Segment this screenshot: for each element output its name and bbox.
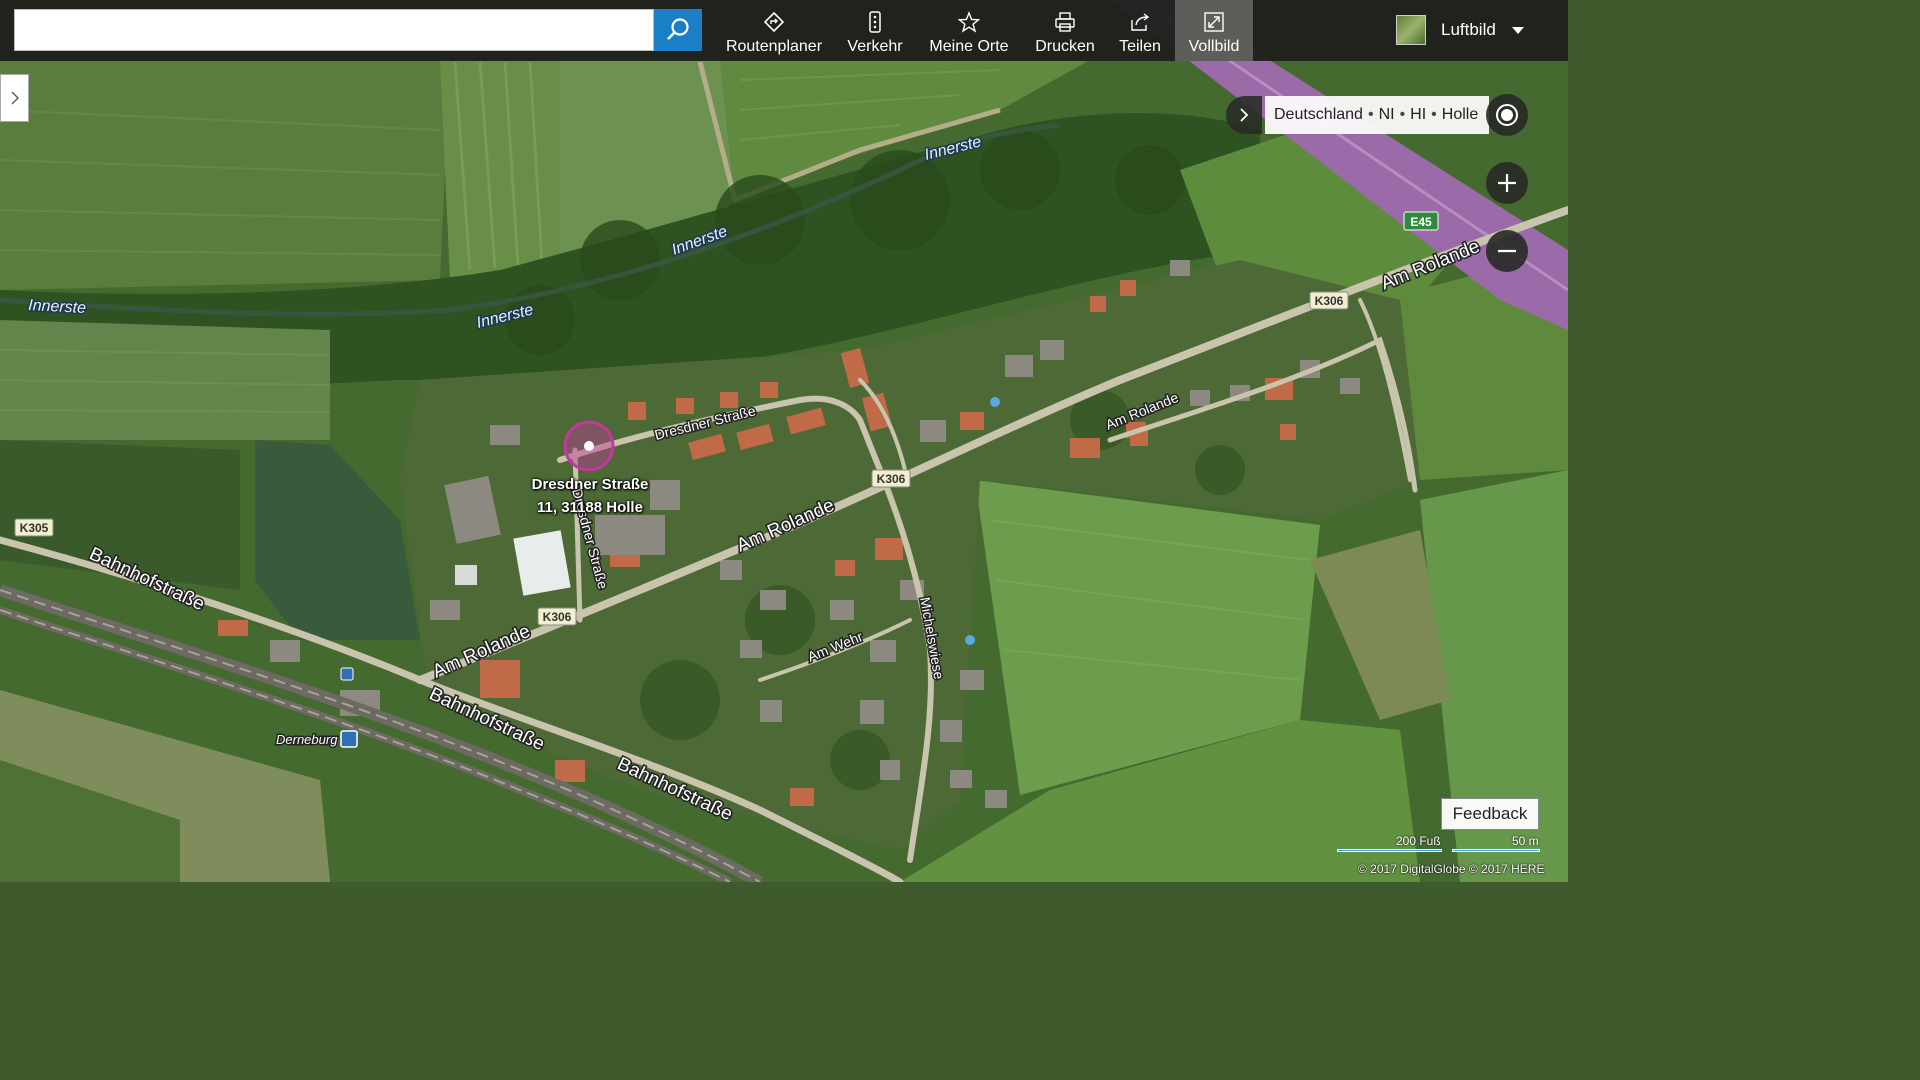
teilen-button[interactable]: Teilen — [1112, 0, 1168, 61]
place-label-derneburg: Derneburg — [276, 732, 338, 747]
map-style-label: Luftbild — [1441, 20, 1496, 39]
road-shield-k306: K306 — [877, 472, 906, 486]
tool-label: Routenplaner — [725, 38, 823, 55]
road-shield-k306: K306 — [1315, 294, 1344, 308]
map-style-selector[interactable]: Luftbild — [1396, 14, 1524, 46]
search-input[interactable] — [14, 9, 654, 51]
verkehr-button[interactable]: Verkehr — [840, 0, 910, 61]
plus-icon — [1498, 174, 1516, 192]
breadcrumb-item[interactable]: Holle — [1442, 106, 1478, 124]
breadcrumb-separator: • — [1431, 106, 1437, 123]
zoom-in-button[interactable] — [1486, 162, 1528, 204]
route-icon — [763, 11, 785, 33]
share-icon — [1131, 13, 1150, 31]
chevron-right-icon — [1240, 108, 1249, 122]
scale-imperial-label: 200 Fuß — [1396, 834, 1441, 848]
tool-label: Vollbild — [1188, 38, 1240, 55]
scale-bar-metric — [1452, 849, 1540, 852]
feedback-button[interactable]: Feedback — [1441, 798, 1539, 830]
tool-label: Teilen — [1119, 38, 1161, 55]
location-breadcrumb: Deutschland • NI • HI • Holle — [1265, 96, 1489, 134]
river-label-innerste: Innerste — [28, 297, 87, 317]
bus-stop-icon — [340, 667, 354, 681]
breadcrumb-toggle[interactable] — [1226, 96, 1262, 134]
meine-orte-button[interactable]: Meine Orte — [922, 0, 1016, 61]
search-button[interactable] — [654, 9, 702, 51]
scale-bar-imperial — [1337, 849, 1442, 852]
pin-address-label: Dresdner Straße 11, 31188 Holle — [510, 473, 670, 519]
aerial-thumbnail-icon — [1396, 15, 1426, 45]
print-icon — [1055, 12, 1075, 32]
pin-address-line1: Dresdner Straße — [531, 476, 649, 493]
drucken-button[interactable]: Drucken — [1028, 0, 1102, 61]
breadcrumb-separator: • — [1399, 106, 1406, 123]
copyright-text: © 2017 DigitalGlobe © 2017 HERE — [1358, 862, 1545, 876]
breadcrumb-separator: • — [1367, 106, 1374, 123]
pin-address-line2: 11, 31188 Holle — [537, 499, 643, 516]
breadcrumb-item[interactable]: Deutschland — [1274, 106, 1363, 124]
chevron-down-icon — [1511, 26, 1524, 34]
location-pin[interactable] — [563, 420, 615, 472]
locate-icon — [1496, 104, 1518, 126]
vollbild-button[interactable]: Vollbild — [1175, 0, 1253, 61]
breadcrumb-item[interactable]: HI — [1410, 106, 1426, 124]
tool-label: Verkehr — [847, 38, 903, 55]
road-shield-k305: K305 — [20, 521, 49, 535]
breadcrumb-item[interactable]: NI — [1379, 106, 1395, 124]
scale-metric-label: 50 m — [1512, 834, 1539, 848]
star-icon — [958, 11, 980, 33]
tool-label: Drucken — [1035, 38, 1095, 55]
locate-me-button[interactable] — [1486, 94, 1528, 136]
station-icon — [340, 730, 358, 748]
chevron-right-icon — [11, 91, 19, 105]
traffic-icon — [869, 11, 881, 33]
fullscreen-icon — [1204, 12, 1224, 32]
minus-icon — [1498, 249, 1516, 253]
tool-label: Meine Orte — [929, 38, 1009, 55]
side-panel-toggle[interactable] — [0, 74, 29, 122]
road-shield-e45: E45 — [1410, 215, 1432, 229]
search-icon — [667, 18, 689, 40]
top-toolbar: Routenplaner Verkehr Meine Orte Drucken … — [0, 0, 1568, 61]
road-shield-k306: K306 — [543, 610, 572, 624]
routenplaner-button[interactable]: Routenplaner — [718, 0, 830, 61]
zoom-out-button[interactable] — [1486, 230, 1528, 272]
